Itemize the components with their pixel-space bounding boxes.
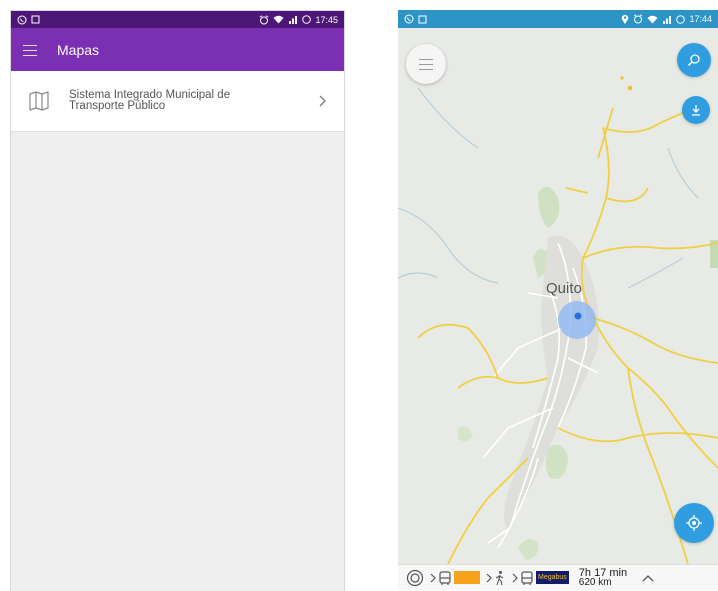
page-title: Mapas [57, 41, 100, 58]
my-location-icon [686, 515, 702, 531]
whatsapp-icon [404, 14, 414, 24]
route-walk-segment [494, 570, 506, 586]
alarm-icon [260, 14, 269, 24]
chevron-right-icon [319, 95, 326, 107]
chevron-right-icon [430, 573, 436, 582]
wifi-icon [273, 15, 284, 24]
megabus-badge: Megabus [536, 571, 569, 584]
current-location-halo [558, 301, 596, 339]
bus-icon [439, 570, 451, 585]
notification-square-icon [418, 15, 427, 23]
walk-icon [495, 570, 504, 585]
status-bar: 17:44 [398, 10, 718, 28]
status-time: 17:44 [689, 14, 712, 24]
status-bar: 17:45 [11, 11, 344, 28]
signal-icon [663, 15, 672, 24]
trip-distance: 620 km [578, 576, 612, 588]
list-item-line-2: Transporte Público [69, 100, 166, 112]
route-bus-segment [438, 570, 480, 586]
battery-icon [676, 14, 686, 24]
whatsapp-icon [17, 15, 27, 24]
chevron-up-icon[interactable] [641, 573, 655, 583]
app-bar: Mapas [11, 28, 344, 71]
poi-marker [627, 85, 633, 91]
list-item-label: Sistema Integrado Municipal de Transport… [69, 89, 314, 112]
download-icon [692, 105, 700, 116]
battery-icon [302, 15, 312, 24]
chevron-right-icon [512, 573, 518, 582]
trip-info: 7h 17 min 620 km [578, 566, 628, 588]
route-line-color [454, 571, 480, 584]
list-item-transport-map[interactable]: Sistema Integrado Municipal de Transport… [11, 71, 344, 132]
origin-icon [406, 569, 424, 586]
download-button[interactable] [682, 96, 710, 124]
location-pin-icon [622, 14, 629, 24]
status-time: 17:45 [315, 14, 338, 25]
city-label: Quito [546, 280, 582, 297]
search-button[interactable] [677, 43, 711, 77]
menu-button[interactable] [406, 44, 446, 84]
alarm-icon [634, 14, 643, 24]
search-icon [687, 54, 700, 67]
bus-icon [521, 570, 533, 585]
wifi-icon [647, 15, 658, 23]
hamburger-menu-icon [419, 59, 433, 70]
signal-icon [289, 16, 298, 24]
route-summary-bar[interactable]: Megabus 7h 17 min 620 km [398, 564, 718, 590]
notification-square-icon [31, 15, 40, 24]
right-phone-screen: 17:44 Quito Megabus 7h 17 min 620 km [398, 10, 718, 590]
current-location-dot [574, 312, 582, 320]
trip-duration: 7h 17 min [578, 566, 628, 579]
map-icon [29, 91, 49, 111]
hamburger-menu-icon[interactable] [23, 44, 37, 56]
route-origin [406, 569, 424, 587]
left-phone-screen: 17:45 Mapas Sistema Integrado Municipal … [10, 10, 345, 591]
my-location-button[interactable] [674, 503, 714, 543]
chevron-right-icon [486, 573, 492, 582]
poi-marker [620, 76, 624, 80]
route-megabus-segment: Megabus [520, 570, 569, 586]
